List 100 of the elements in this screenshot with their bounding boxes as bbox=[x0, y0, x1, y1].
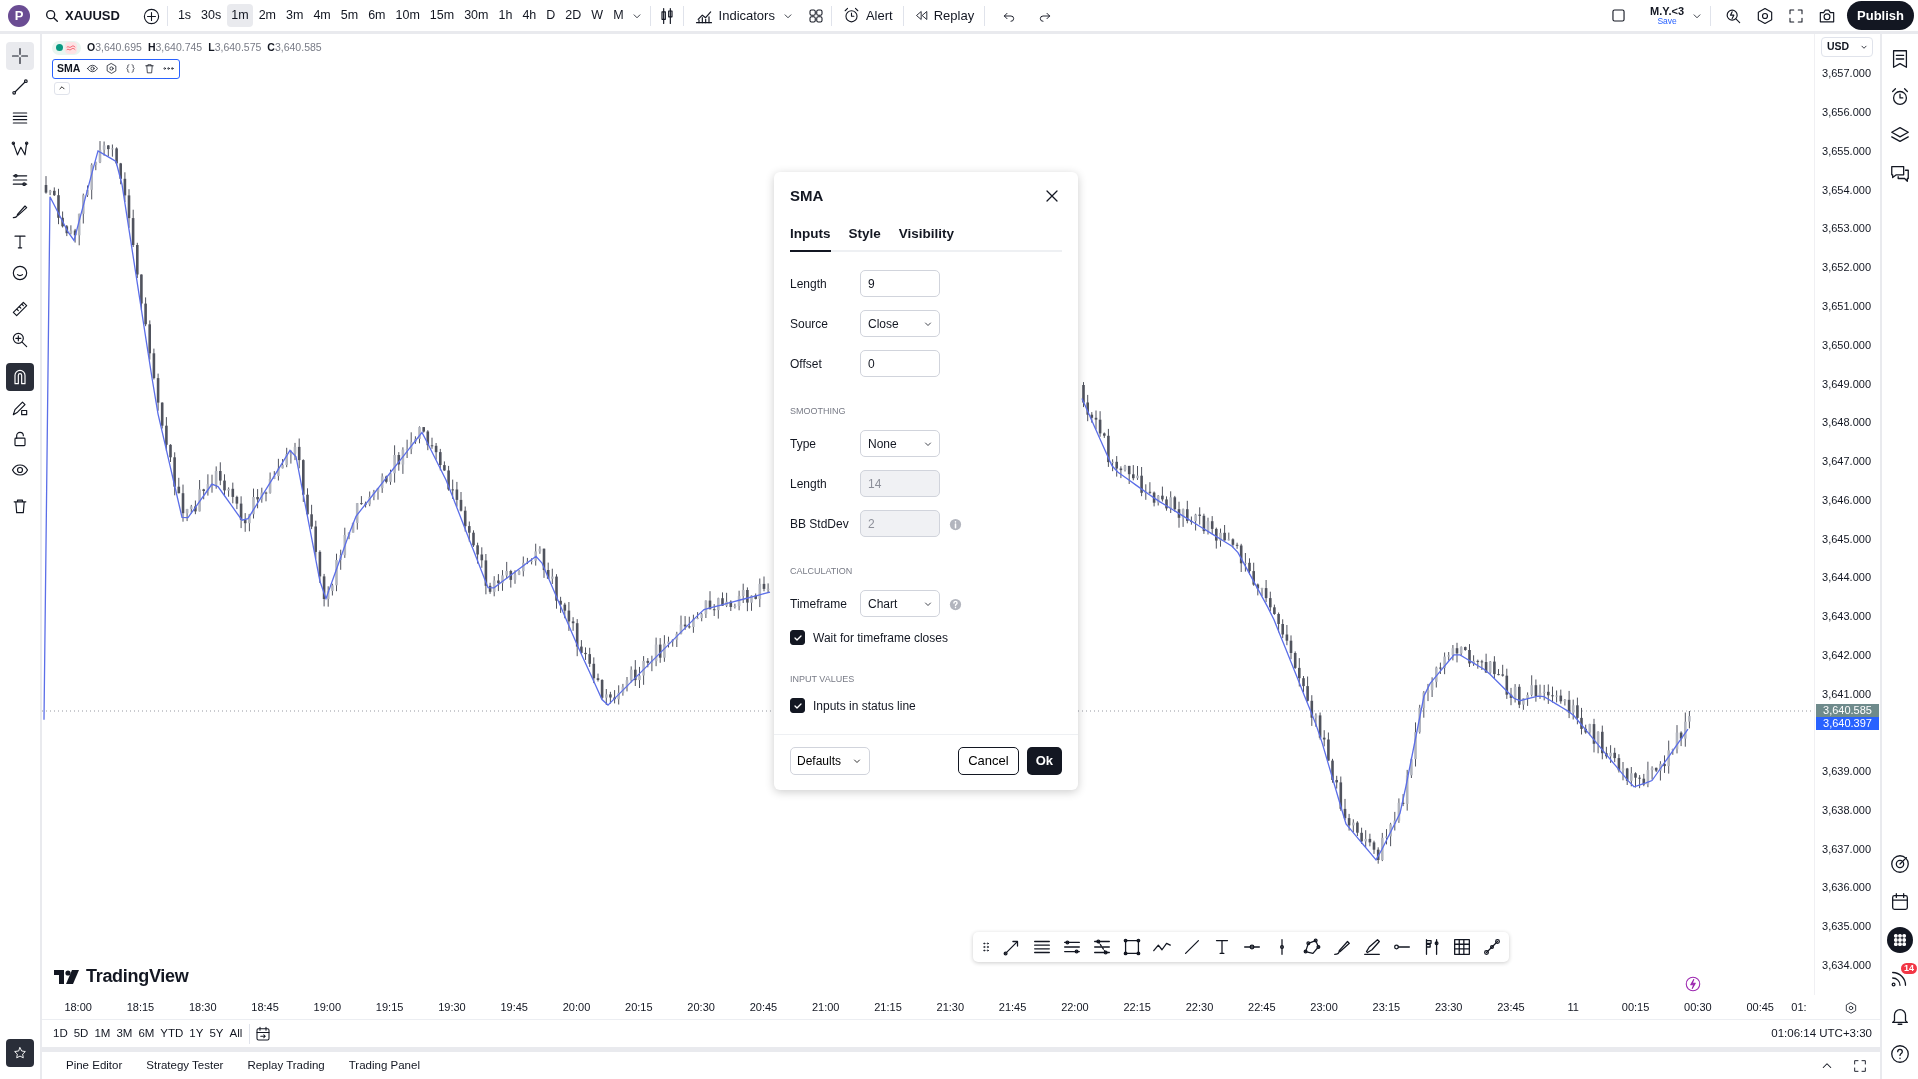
panel-tab[interactable]: Trading Panel bbox=[336, 1053, 432, 1078]
ohlc-value: H3,640.745 bbox=[147, 40, 203, 55]
panel-tab[interactable]: Strategy Tester bbox=[134, 1053, 236, 1078]
range-button[interactable]: 6M bbox=[135, 1024, 158, 1043]
interval-button[interactable]: 30m bbox=[460, 4, 493, 27]
calendar-icon[interactable] bbox=[1889, 891, 1911, 913]
interval-button[interactable]: D bbox=[542, 4, 560, 27]
select-field[interactable]: Chart bbox=[860, 590, 940, 618]
time-label: 23:30 bbox=[1433, 999, 1464, 1015]
section-heading: CALCULATION bbox=[790, 565, 854, 578]
range-button[interactable]: 5D bbox=[70, 1024, 92, 1043]
interval-button[interactable]: 6m bbox=[364, 4, 390, 27]
grid-icon[interactable] bbox=[1451, 936, 1473, 958]
help-icon[interactable] bbox=[1889, 1043, 1911, 1065]
interval-button[interactable]: 3m bbox=[282, 4, 308, 27]
calendar-icon[interactable] bbox=[254, 1024, 273, 1043]
settings-icon[interactable] bbox=[1844, 1000, 1858, 1015]
dialog-tab[interactable]: Visibility bbox=[898, 223, 955, 252]
fullscreen-icon[interactable] bbox=[1787, 6, 1806, 25]
interval-button[interactable]: 10m bbox=[391, 4, 424, 27]
time-label: 21:45 bbox=[997, 999, 1028, 1015]
range-button[interactable]: 1Y bbox=[186, 1024, 207, 1043]
interval-button[interactable]: 15m bbox=[425, 4, 459, 27]
interval-button[interactable]: M bbox=[609, 4, 628, 27]
interval-button[interactable]: 2D bbox=[561, 4, 586, 27]
brand-name: TradingView bbox=[86, 965, 189, 988]
time-label: 18:00 bbox=[63, 999, 93, 1015]
range-button[interactable]: 1M bbox=[91, 1024, 114, 1043]
select-field[interactable]: Close bbox=[860, 310, 940, 338]
panel-tab[interactable]: Replay Trading bbox=[235, 1053, 337, 1078]
interval-button[interactable]: 1h bbox=[494, 4, 517, 27]
panel-tab[interactable]: Pine Editor bbox=[54, 1053, 135, 1078]
price-label: 3,647.000 bbox=[1821, 454, 1872, 469]
currency-select[interactable]: USD bbox=[1821, 37, 1873, 57]
interval-button[interactable]: 5m bbox=[336, 4, 363, 27]
range-button[interactable]: 5Y bbox=[206, 1024, 227, 1043]
alarm-clock-icon[interactable] bbox=[1889, 86, 1911, 108]
input-field[interactable]: 9 bbox=[860, 270, 940, 298]
select-field[interactable]: None bbox=[860, 430, 940, 458]
lightning-icon[interactable] bbox=[1684, 974, 1702, 993]
dialog-tab[interactable]: Inputs bbox=[790, 223, 831, 252]
price-label: 3,635.000 bbox=[1821, 919, 1872, 934]
interval-button[interactable]: 1s bbox=[173, 4, 196, 27]
symbol-search-button[interactable]: XAUUSD bbox=[40, 5, 124, 26]
price-label: 3,645.000 bbox=[1821, 531, 1872, 546]
time-label: 00:15 bbox=[1620, 999, 1651, 1015]
crosshair-tool-button[interactable] bbox=[6, 41, 34, 70]
magnet-tool-button[interactable] bbox=[6, 362, 34, 391]
measure-icon[interactable] bbox=[1481, 936, 1503, 958]
time-label: 19:00 bbox=[312, 999, 343, 1015]
price-label: 3,646.000 bbox=[1821, 492, 1872, 507]
range-button[interactable]: 3M bbox=[113, 1024, 136, 1043]
dialog-title: SMA bbox=[790, 186, 824, 206]
publish-button[interactable]: Publish bbox=[1847, 0, 1914, 31]
interval-button[interactable]: 1m bbox=[227, 4, 253, 27]
target-icon[interactable] bbox=[1889, 853, 1911, 875]
indicators-button[interactable]: Indicators bbox=[689, 3, 779, 28]
maximize-icon[interactable] bbox=[1852, 1057, 1868, 1074]
highlighter-icon[interactable] bbox=[1361, 936, 1383, 958]
interval-button[interactable]: W bbox=[587, 4, 608, 27]
interval-button[interactable]: 30s bbox=[197, 4, 226, 27]
time-label: 23:45 bbox=[1496, 999, 1526, 1015]
price-label: 3,634.000 bbox=[1821, 958, 1872, 972]
time-label: 19:15 bbox=[374, 999, 405, 1015]
range-button[interactable]: All bbox=[226, 1024, 246, 1043]
code-icon[interactable] bbox=[124, 62, 138, 76]
add-symbol-icon[interactable] bbox=[141, 6, 161, 26]
ohlc-value: L3,640.575 bbox=[208, 40, 262, 55]
checkbox[interactable] bbox=[790, 630, 805, 646]
indicator-legend[interactable]: SMA bbox=[52, 58, 181, 79]
interval-button[interactable]: 4m bbox=[309, 4, 335, 27]
time-label: 01: bbox=[1791, 999, 1807, 1015]
field-label: Timeframe bbox=[790, 595, 848, 613]
price-label: 3,643.000 bbox=[1821, 609, 1872, 624]
checkbox-label: Wait for timeframe closes bbox=[813, 629, 948, 647]
avatar[interactable]: P bbox=[8, 4, 30, 27]
defaults-button[interactable]: Defaults bbox=[790, 746, 870, 775]
interval-button[interactable]: 2m bbox=[254, 4, 280, 27]
rectangle-icon[interactable] bbox=[1121, 936, 1143, 958]
time-label: 20:30 bbox=[686, 999, 716, 1015]
range-button[interactable]: YTD bbox=[157, 1024, 187, 1043]
price-label: 3,636.000 bbox=[1821, 880, 1872, 895]
apps-button[interactable] bbox=[1887, 927, 1913, 953]
interval-button[interactable]: 4h bbox=[518, 4, 541, 27]
trendline-icon bbox=[10, 76, 30, 97]
replay-button[interactable]: Replay bbox=[909, 6, 979, 25]
input-field[interactable]: 0 bbox=[860, 350, 940, 378]
favorites-button[interactable] bbox=[6, 1039, 34, 1067]
search-icon bbox=[44, 7, 60, 24]
range-button[interactable]: 1D bbox=[50, 1024, 71, 1043]
alert-button[interactable]: Alert bbox=[837, 4, 897, 27]
time-label: 00:45 bbox=[1745, 999, 1775, 1015]
ok-button[interactable]: Ok bbox=[1026, 746, 1062, 775]
price-label: 3,650.000 bbox=[1821, 337, 1872, 352]
layout-name-button[interactable]: M.Y.<3 Save bbox=[1646, 5, 1689, 26]
dialog-tab[interactable]: Style bbox=[848, 223, 881, 252]
cancel-button[interactable]: Cancel bbox=[958, 746, 1019, 775]
checkbox[interactable] bbox=[790, 698, 805, 714]
grid-icon[interactable] bbox=[806, 6, 825, 25]
trash-icon[interactable] bbox=[143, 62, 157, 76]
